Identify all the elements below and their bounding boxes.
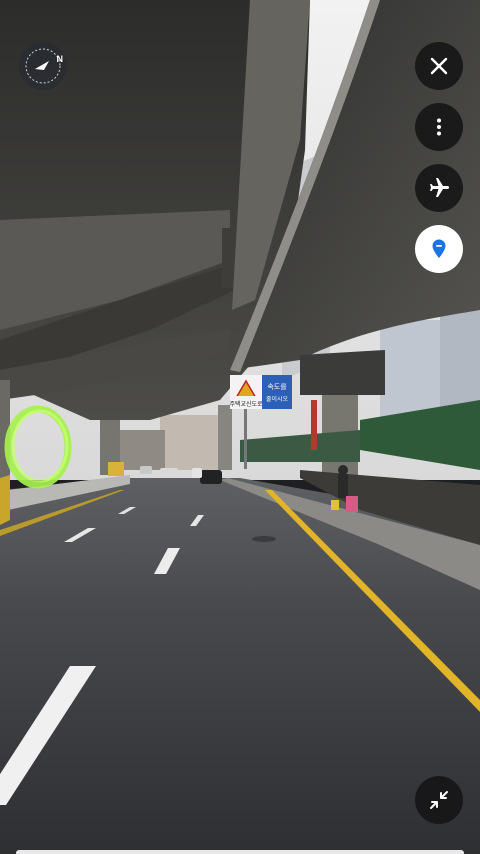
sign-left-text: 주택교신도로 <box>229 400 263 408</box>
street-view[interactable]: 주택교신도로 속도를 줄이시오 N <box>0 0 480 854</box>
more-vert-icon <box>437 118 441 136</box>
location-pin-icon <box>432 239 446 258</box>
street-view-panorama[interactable]: 주택교신도로 속도를 줄이시오 <box>0 0 480 854</box>
bottom-sheet-handle[interactable] <box>16 850 464 854</box>
collapse-icon <box>430 791 448 809</box>
compass-north-label: N <box>56 54 64 64</box>
sign-right-line1: 속도를 <box>267 383 287 391</box>
sign-right-line2: 줄이시오 <box>266 395 289 403</box>
close-icon <box>430 57 448 75</box>
close-button[interactable] <box>415 42 463 90</box>
airplane-button[interactable] <box>415 164 463 212</box>
compass-button[interactable]: N <box>19 42 67 90</box>
manhole <box>252 536 276 542</box>
compass-icon <box>25 48 61 84</box>
airplane-icon <box>430 178 449 197</box>
collapse-button[interactable] <box>415 776 463 824</box>
location-button[interactable] <box>415 225 463 273</box>
more-options-button[interactable] <box>415 103 463 151</box>
